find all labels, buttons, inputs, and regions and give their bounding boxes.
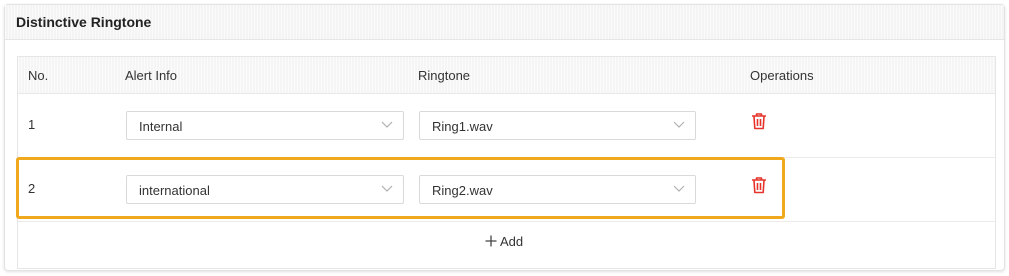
ringtone-select[interactable]: Ring1.wav (419, 111, 696, 140)
header-alert-info: Alert Info (125, 68, 178, 83)
ringtone-value: Ring1.wav (432, 119, 493, 134)
trash-icon[interactable] (750, 112, 768, 130)
ringtone-select[interactable]: Ring2.wav (419, 175, 696, 204)
trash-icon[interactable] (750, 176, 768, 194)
header-operations: Operations (750, 68, 814, 83)
table-header: No. Alert Info Ringtone Operations (18, 57, 995, 94)
header-no: No. (28, 68, 49, 83)
header-ringtone: Ringtone (418, 68, 471, 83)
chevron-down-icon (673, 121, 685, 128)
chevron-down-icon (381, 121, 393, 128)
row-number: 1 (28, 117, 36, 132)
panel-header: Distinctive Ringtone (5, 5, 1004, 40)
table-row: 1 Internal Ring1.wav (18, 94, 995, 158)
row-number: 2 (28, 181, 36, 196)
add-button[interactable]: Add (485, 234, 523, 249)
plus-icon (485, 235, 497, 247)
alert-info-value: international (139, 183, 210, 198)
chevron-down-icon (673, 185, 685, 192)
alert-info-select[interactable]: Internal (126, 111, 404, 140)
table-row: 2 international Ring2.wav (18, 158, 995, 222)
panel-title: Distinctive Ringtone (16, 14, 152, 30)
ringtone-table: No. Alert Info Ringtone Operations 1 Int… (17, 56, 996, 269)
alert-info-select[interactable]: international (126, 175, 404, 204)
alert-info-value: Internal (139, 119, 183, 134)
add-label: Add (500, 234, 524, 249)
add-row: Add (18, 219, 995, 267)
distinctive-ringtone-panel: Distinctive Ringtone No. Alert Info Ring… (4, 4, 1005, 271)
ringtone-value: Ring2.wav (432, 183, 493, 198)
chevron-down-icon (381, 185, 393, 192)
